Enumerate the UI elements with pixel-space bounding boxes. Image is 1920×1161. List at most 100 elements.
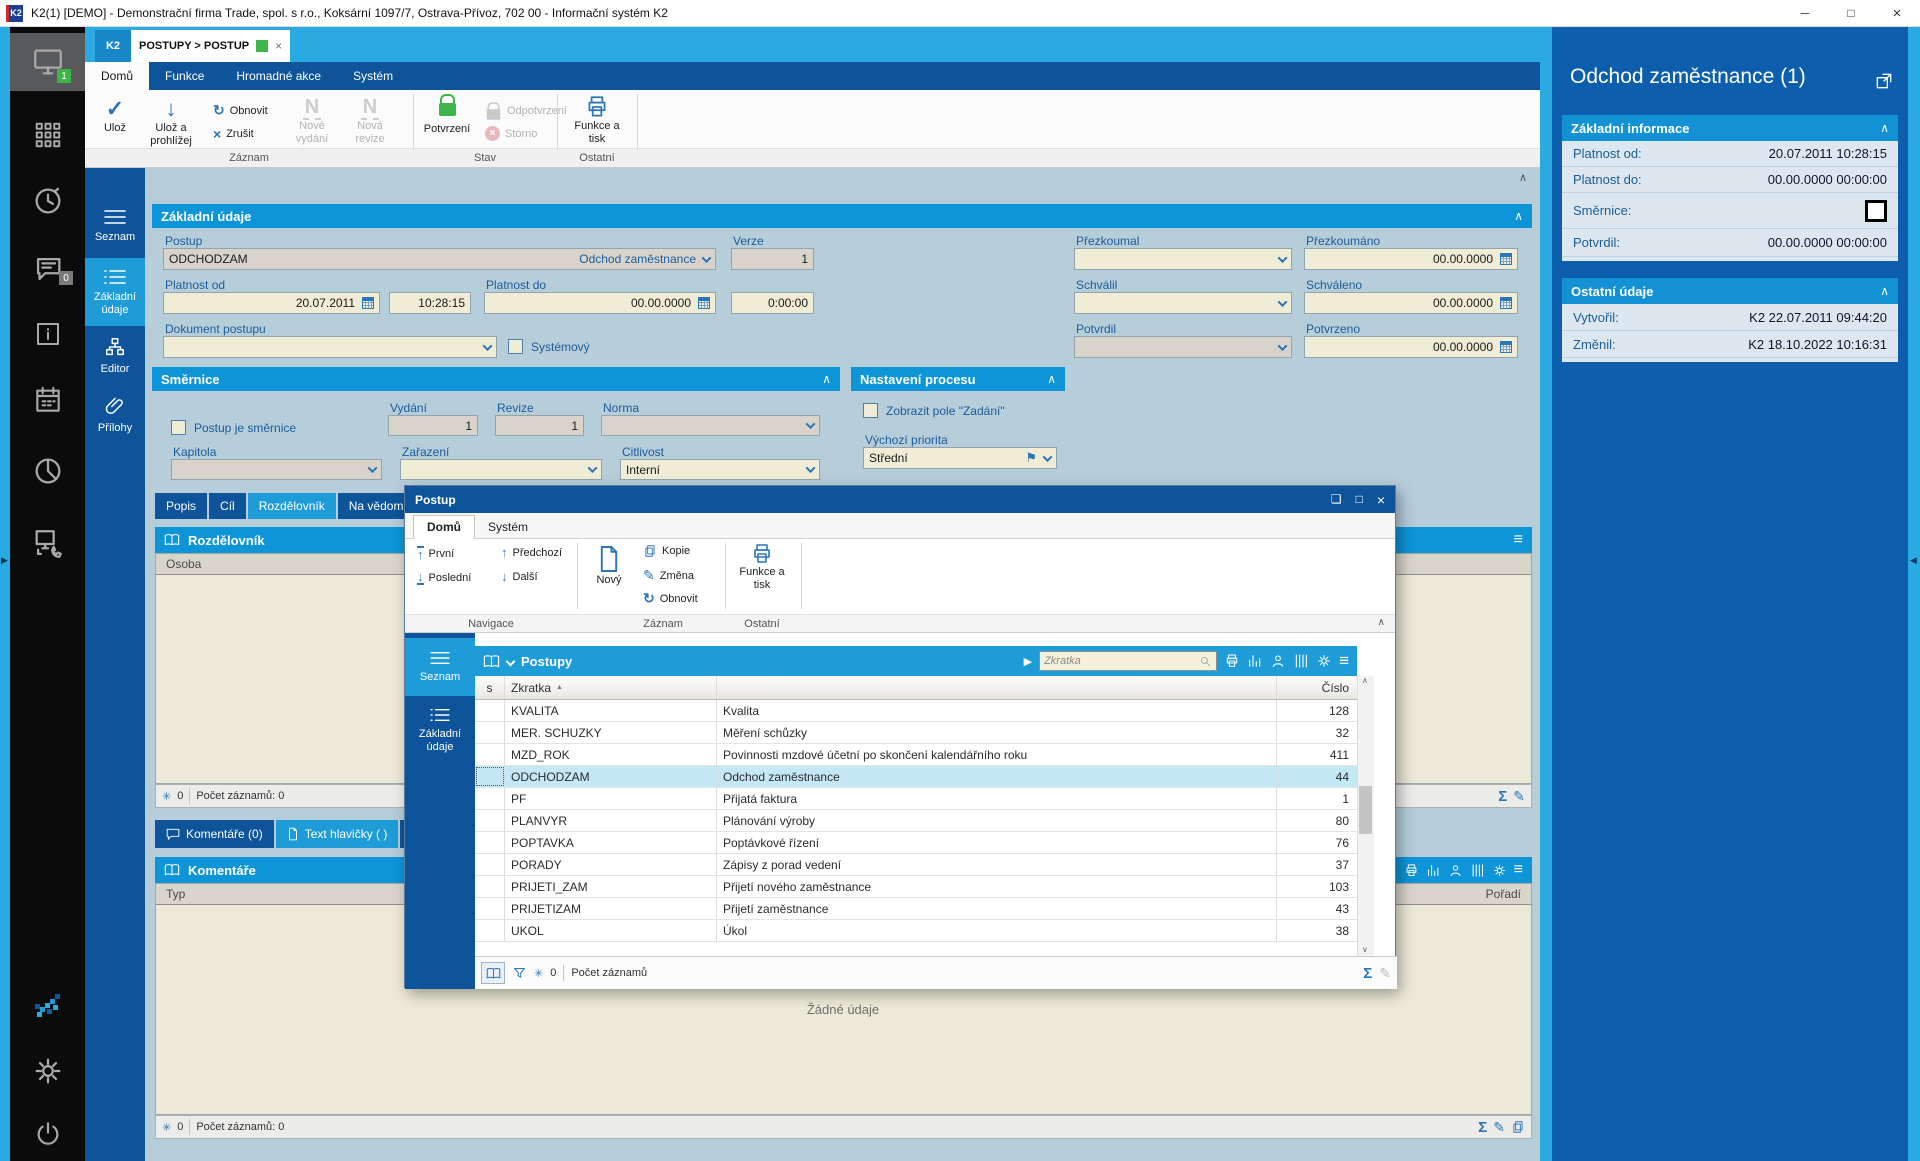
gear-icon[interactable]	[1492, 863, 1507, 878]
save-and-view-button[interactable]: ↓ Ulož a prohlížej	[143, 96, 199, 148]
kapitola-field[interactable]	[171, 459, 382, 480]
scroll-up-icon[interactable]: ∧	[1362, 676, 1368, 685]
filter-icon[interactable]	[512, 966, 527, 981]
table-row[interactable]: MZD_ROKPovinnosti mzdové účetní po skonč…	[475, 744, 1357, 766]
bar-chart-icon[interactable]	[1426, 863, 1441, 878]
sidebar-item-k2-logo[interactable]	[10, 985, 85, 1025]
table-row[interactable]: PFPřijatá faktura1	[475, 788, 1357, 810]
table-row[interactable]: PRIJETI_ZAMPřijetí nového zaměstnance103	[475, 876, 1357, 898]
refresh-button[interactable]: ↻ Obnovit	[213, 102, 268, 119]
tab-popis[interactable]: Popis	[155, 493, 207, 519]
platnost-do-time-field[interactable]: 0:00:00	[731, 292, 814, 314]
save-button[interactable]: ✓ Ulož	[93, 96, 137, 135]
sidebar-item-modules[interactable]	[10, 115, 85, 155]
sidebar-item-messages[interactable]: 0	[10, 247, 85, 291]
sum-icon[interactable]: Σ	[1498, 788, 1507, 805]
postup-je-smernice-checkbox-row[interactable]: Postup je směrnice	[171, 420, 296, 435]
view-nav-editor[interactable]: Editor	[85, 328, 145, 384]
popup-ribbon-collapse-icon[interactable]: ∧	[1378, 617, 1385, 628]
unconfirm-button[interactable]: Odpotvrzení	[485, 100, 567, 121]
revize-field[interactable]: 1	[495, 415, 584, 436]
last-button[interactable]: ↓ Poslední	[417, 570, 471, 585]
zobrazit-pole-zadani-checkbox-row[interactable]: Zobrazit pole "Zadání"	[863, 403, 1005, 418]
tab-komentare[interactable]: Komentáře (0)	[155, 820, 274, 848]
gear-icon[interactable]	[1316, 653, 1332, 669]
view-nav-zakladni-udaje[interactable]: Základní údaje	[85, 258, 145, 326]
popup-restore-icon[interactable]: ❏	[1331, 492, 1342, 508]
pencil-icon[interactable]: ✎	[1493, 1119, 1505, 1136]
tab-close-icon[interactable]: ×	[275, 39, 282, 53]
popup-titlebar[interactable]: Postup ❏ □ ×	[405, 486, 1395, 513]
popup-table-column-header[interactable]: s Zkratka ▲ Číslo	[475, 676, 1357, 700]
sidebar-item-info[interactable]	[10, 314, 85, 354]
popup-maximize-icon[interactable]: □	[1356, 492, 1363, 508]
close-button[interactable]: ×	[1874, 0, 1920, 27]
smernice-checkbox[interactable]	[1865, 200, 1887, 222]
prezkoumal-field[interactable]	[1074, 248, 1292, 270]
printer-icon[interactable]	[1224, 653, 1240, 669]
table-row[interactable]: MER. SCHUZKYMěření schůzky32	[475, 722, 1357, 744]
scroll-down-icon[interactable]: ∨	[1362, 945, 1368, 954]
prev-button[interactable]: ↑ Předchozí	[501, 546, 562, 559]
tab-k2-home[interactable]: K2	[95, 30, 131, 62]
scrollbar-thumb[interactable]	[1359, 786, 1372, 834]
next-button[interactable]: ↓ Další	[501, 570, 538, 583]
collapse-icon[interactable]: ∧	[1880, 121, 1889, 135]
tab-postupy-postup[interactable]: POSTUPY > POSTUP ×	[131, 30, 290, 62]
popup-tab-system[interactable]: Systém	[475, 516, 541, 538]
sidebar-item-reports[interactable]	[10, 449, 85, 493]
collapse-icon[interactable]: ∧	[1880, 284, 1889, 298]
pencil-icon[interactable]: ✎	[1379, 965, 1391, 982]
new-issue-button[interactable]: N Nové vydání	[289, 96, 335, 146]
copy-sheet-icon[interactable]	[1511, 1120, 1525, 1134]
sidebar-item-desktop[interactable]: 1	[10, 33, 85, 91]
dokument-postupu-field[interactable]	[163, 336, 497, 358]
table-row[interactable]: PORADYZápisy z porad vedení37	[475, 854, 1357, 876]
menu-icon[interactable]: ≡	[1514, 861, 1523, 879]
prezkoumano-field[interactable]: 00.00.0000	[1304, 248, 1518, 270]
tab-rozdelovnik[interactable]: Rozdělovník	[248, 493, 336, 519]
printer-icon[interactable]	[1404, 863, 1419, 878]
person-icon[interactable]	[1448, 863, 1463, 878]
columns-icon[interactable]	[1293, 653, 1309, 669]
ribbon-tab-funkce[interactable]: Funkce	[149, 62, 220, 90]
sidebar-item-settings[interactable]	[10, 1049, 85, 1093]
person-icon[interactable]	[1270, 653, 1286, 669]
cancel-button[interactable]: × Zrušit	[213, 126, 254, 142]
table-row[interactable]: UKOLÚkol38	[475, 920, 1357, 942]
minimize-button[interactable]: ─	[1782, 0, 1828, 27]
schvalil-field[interactable]	[1074, 292, 1292, 314]
tab-text-hlavicky[interactable]: Text hlavičky ( )	[276, 820, 399, 848]
functions-print-button[interactable]: Funkce a tisk	[567, 94, 627, 146]
collapse-right-arrow-icon[interactable]: ▶	[1910, 555, 1917, 566]
table-row-selected[interactable]: ODCHODZAMOdchod zaměstnance44	[475, 766, 1357, 788]
tab-cil[interactable]: Cíl	[209, 493, 246, 519]
new-revision-button[interactable]: N Nová revize	[347, 96, 393, 146]
norma-field[interactable]	[601, 415, 820, 436]
sum-icon[interactable]: Σ	[1478, 1119, 1487, 1136]
popup-nav-seznam[interactable]: Seznam	[405, 638, 475, 696]
ribbon-tab-domu[interactable]: Domů	[85, 62, 149, 90]
columns-icon[interactable]	[1470, 863, 1485, 878]
view-nav-seznam[interactable]: Seznam	[85, 196, 145, 256]
sum-icon[interactable]: Σ	[1363, 965, 1372, 982]
table-row[interactable]: PRIJETIZAMPřijetí zaměstnance43	[475, 898, 1357, 920]
first-button[interactable]: ↑ První	[417, 546, 454, 561]
table-row[interactable]: KVALITAKvalita128	[475, 700, 1357, 722]
bar-chart-icon[interactable]	[1247, 653, 1263, 669]
potvrdil-field[interactable]	[1074, 336, 1292, 358]
maximize-button[interactable]: □	[1828, 0, 1874, 27]
async-icon[interactable]: ✳	[534, 967, 543, 980]
chevron-down-icon[interactable]	[506, 656, 516, 666]
expand-left-arrow-icon[interactable]: ▶	[1, 555, 8, 566]
storno-button[interactable]: × Storno	[485, 126, 537, 141]
collapse-icon[interactable]: ∧	[1047, 372, 1056, 386]
change-button[interactable]: ✎ Změna	[643, 567, 694, 584]
ribbon-collapse-icon[interactable]: ∧	[1519, 171, 1527, 184]
ribbon-tab-hromadne-akce[interactable]: Hromadné akce	[220, 62, 337, 90]
citlivost-field[interactable]: Interní	[620, 459, 820, 480]
view-nav-prilohy[interactable]: Přílohy	[85, 386, 145, 444]
postup-field[interactable]: ODCHODZAM Odchod zaměstnance	[163, 248, 716, 270]
schvaleno-field[interactable]: 00.00.0000	[1304, 292, 1518, 314]
sidebar-item-calendar[interactable]	[10, 378, 85, 422]
